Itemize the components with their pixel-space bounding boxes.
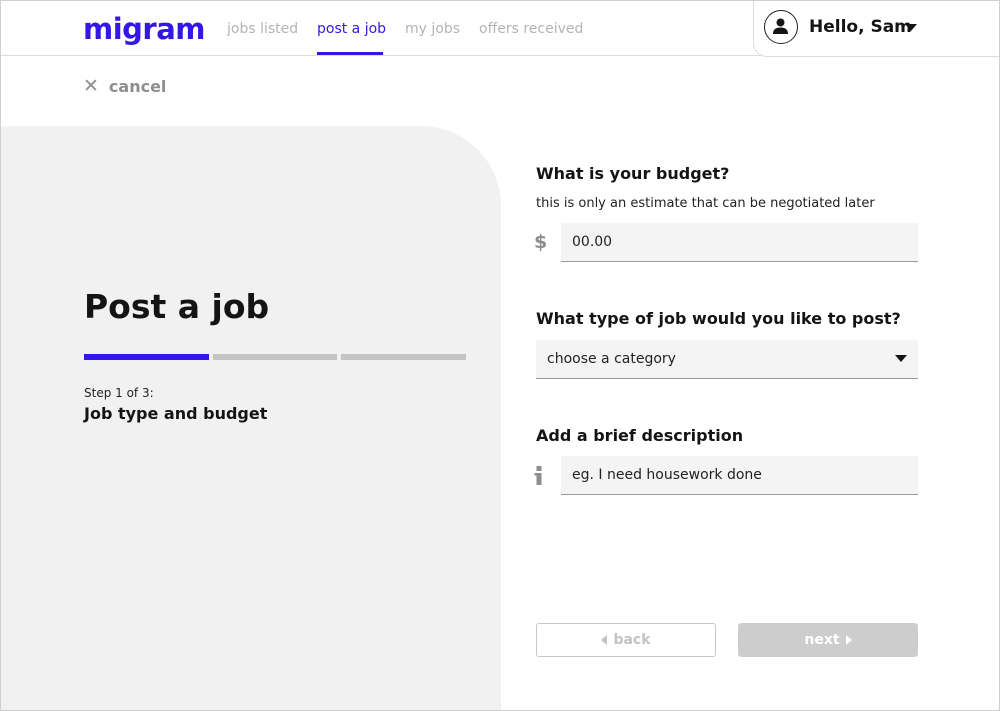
page-title: Post a job	[84, 287, 270, 326]
step-progress-bar	[84, 354, 466, 360]
migram-logo[interactable]: migram	[83, 12, 206, 46]
budget-question: What is your budget?	[536, 164, 730, 183]
top-nav-bar: migram jobs listed post a job my jobs of…	[1, 1, 999, 57]
progress-step-3	[341, 354, 466, 360]
next-button[interactable]: next	[738, 623, 918, 657]
nav-post-a-job[interactable]: post a job	[317, 21, 386, 37]
description-question: Add a brief description	[536, 426, 744, 445]
progress-step-2	[213, 354, 337, 360]
user-menu[interactable]: Hello, Sam	[753, 1, 999, 57]
category-select-value: choose a category	[547, 351, 676, 367]
chevron-down-icon	[895, 355, 907, 362]
budget-field[interactable]	[561, 223, 918, 262]
category-select[interactable]: choose a category	[536, 340, 918, 379]
nav-jobs-listed[interactable]: jobs listed	[227, 21, 298, 37]
app-frame: migram jobs listed post a job my jobs of…	[0, 0, 1000, 711]
back-label: back	[613, 632, 651, 648]
user-greeting: Hello, Sam	[809, 17, 912, 37]
chevron-left-icon	[601, 635, 608, 645]
job-type-question: What type of job would you like to post?	[536, 309, 901, 328]
next-label: next	[804, 632, 840, 648]
nav-my-jobs[interactable]: my jobs	[405, 21, 460, 37]
step-title: Job type and budget	[84, 404, 268, 423]
close-icon: ✕	[83, 74, 99, 97]
cancel-label: cancel	[108, 76, 167, 96]
back-button[interactable]: back	[536, 623, 716, 657]
description-field[interactable]	[561, 456, 918, 495]
user-avatar	[764, 10, 798, 44]
budget-input[interactable]	[572, 234, 918, 250]
description-input[interactable]	[572, 467, 918, 483]
progress-step-1	[84, 354, 209, 360]
info-icon	[534, 466, 542, 485]
caret-down-icon[interactable]	[905, 24, 917, 31]
chevron-right-icon	[845, 635, 852, 645]
logo-text: migram	[83, 12, 206, 46]
nav-offers-received[interactable]: offers received	[479, 21, 583, 37]
cancel-button[interactable]: ✕ cancel	[83, 75, 166, 97]
active-tab-indicator	[317, 52, 383, 55]
user-icon	[773, 18, 788, 34]
step-label: Step 1 of 3:	[84, 386, 154, 400]
dollar-icon: $	[534, 231, 548, 253]
budget-hint: this is only an estimate that can be neg…	[536, 196, 875, 211]
